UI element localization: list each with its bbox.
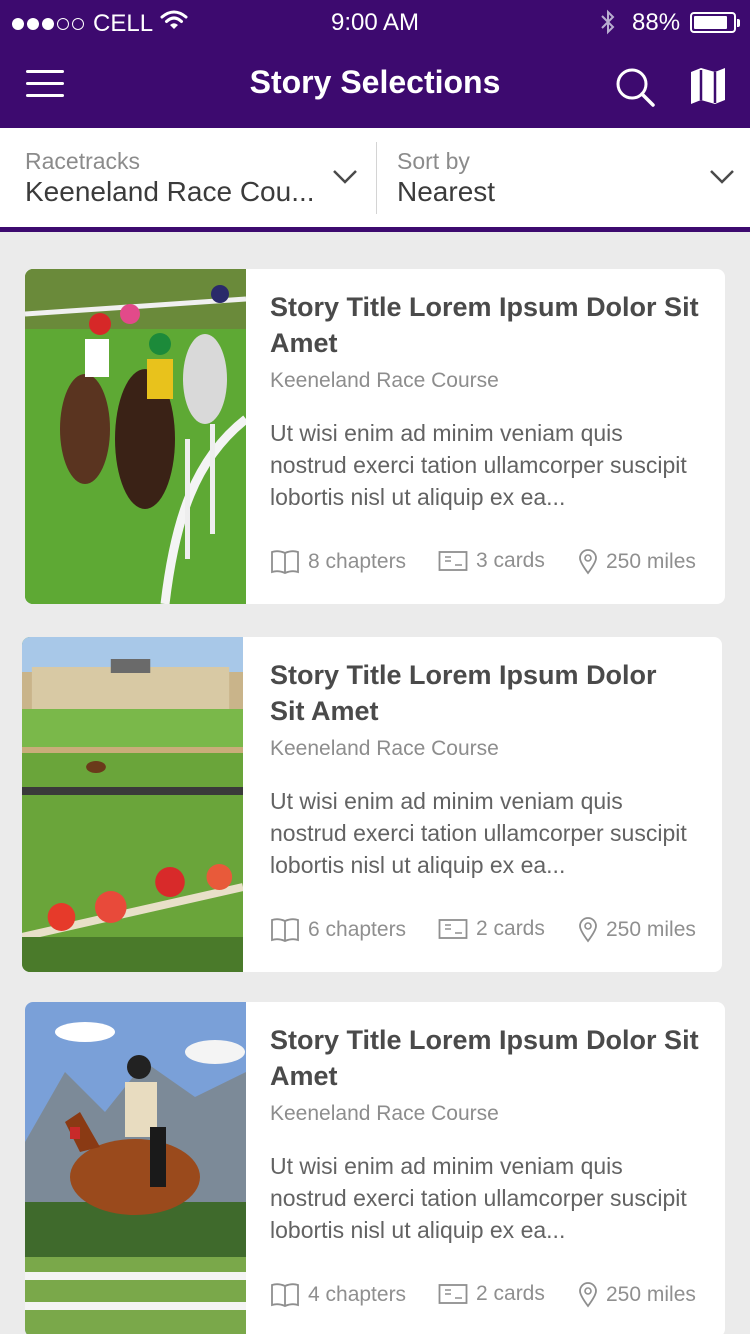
story-card[interactable]: Story Title Lorem Ipsum Dolor Sit Amet K…	[25, 269, 725, 604]
chapters-count: 6 chapters	[270, 917, 406, 943]
story-location: Keeneland Race Course	[270, 369, 499, 392]
horse-race-photo	[25, 269, 246, 604]
chapters-label: 4 chapters	[308, 1283, 407, 1306]
story-title[interactable]: Story Title Lorem Ipsum Dolor Sit Amet	[270, 657, 697, 729]
cards-label: 2 cards	[476, 1282, 545, 1305]
story-card[interactable]: Story Title Lorem Ipsum Dolor Sit Amet K…	[22, 637, 722, 972]
ticket-icon	[438, 919, 468, 939]
distance: 250 miles	[578, 1282, 696, 1308]
chevron-down-icon	[710, 170, 734, 184]
show-jumping-photo	[25, 1002, 246, 1334]
racetracks-value: Keeneland Race Cou...	[25, 176, 315, 207]
cards-count: 2 cards	[438, 1282, 545, 1306]
chevron-down-icon	[333, 170, 357, 184]
racetracks-label: Racetracks	[25, 148, 141, 174]
distance-label: 250 miles	[606, 1283, 696, 1306]
story-excerpt: Ut wisi enim ad minim veniam quis nostru…	[270, 420, 687, 510]
sort-label: Sort by	[397, 148, 470, 174]
story-meta: 4 chapters 2 cards 250 miles	[270, 1282, 700, 1312]
story-location: Keeneland Race Course	[270, 1102, 499, 1125]
cards-label: 3 cards	[476, 549, 545, 572]
filter-bar: Racetracks Keeneland Race Cou... Sort by…	[0, 128, 750, 232]
status-bar: CELL 9:00 AM 88%	[0, 0, 750, 46]
distance: 250 miles	[578, 917, 696, 943]
distance-label: 250 miles	[606, 918, 696, 941]
bluetooth-icon	[601, 9, 615, 35]
location-pin-icon	[579, 549, 597, 575]
story-location: Keeneland Race Course	[270, 737, 499, 760]
story-meta: 8 chapters 3 cards 250 miles	[270, 549, 700, 579]
cards-count: 2 cards	[438, 917, 545, 941]
map-icon[interactable]	[688, 66, 728, 106]
racetracks-dropdown[interactable]: Racetracks Keeneland Race Cou...	[0, 128, 376, 227]
chapters-count: 4 chapters	[270, 1282, 406, 1308]
location-pin-icon	[579, 917, 597, 943]
ticket-icon	[438, 1284, 468, 1304]
nav-bar: Story Selections	[0, 46, 750, 128]
ticket-icon	[438, 551, 468, 571]
app-header: CELL 9:00 AM 88% Story Selections	[0, 0, 750, 128]
location-pin-icon	[579, 1282, 597, 1308]
distance: 250 miles	[578, 549, 696, 575]
racecourse-chateau-photo	[22, 637, 243, 972]
story-excerpt: Ut wisi enim ad minim veniam quis nostru…	[270, 1153, 687, 1243]
book-icon	[271, 1283, 299, 1307]
book-icon	[271, 918, 299, 942]
story-meta: 6 chapters 2 cards 250 miles	[270, 917, 697, 947]
distance-label: 250 miles	[606, 550, 696, 573]
battery-icon	[690, 12, 740, 33]
story-title[interactable]: Story Title Lorem Ipsum Dolor Sit Amet	[270, 289, 700, 361]
chapters-count: 8 chapters	[270, 549, 406, 575]
search-icon[interactable]	[614, 66, 656, 108]
battery-percent: 88%	[632, 9, 681, 36]
cards-count: 3 cards	[438, 549, 545, 573]
sort-dropdown[interactable]: Sort by Nearest	[377, 128, 750, 227]
book-icon	[271, 550, 299, 574]
sort-value: Nearest	[397, 176, 496, 207]
story-excerpt: Ut wisi enim ad minim veniam quis nostru…	[270, 788, 687, 878]
story-card[interactable]: Story Title Lorem Ipsum Dolor Sit Amet K…	[25, 1002, 725, 1334]
story-title[interactable]: Story Title Lorem Ipsum Dolor Sit Amet	[270, 1022, 700, 1094]
chapters-label: 6 chapters	[308, 918, 407, 941]
chapters-label: 8 chapters	[308, 550, 407, 573]
cards-label: 2 cards	[476, 917, 545, 940]
